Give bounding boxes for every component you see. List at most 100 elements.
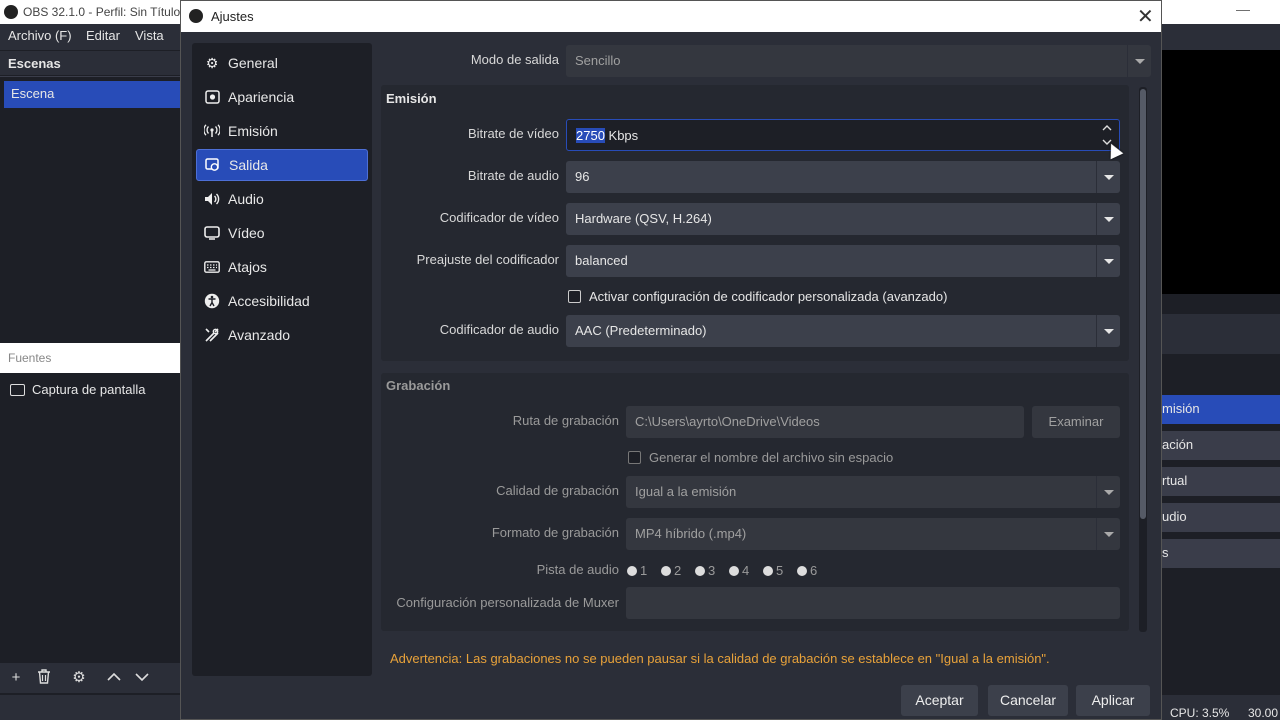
chevron-down-icon[interactable]: [133, 669, 151, 687]
audio-bitrate-label: Bitrate de audio: [467, 168, 559, 183]
minimize-icon[interactable]: —: [1236, 1, 1256, 17]
encoder-preset-select[interactable]: balanced: [566, 245, 1120, 277]
sources-list: Captura de pantalla: [0, 373, 180, 663]
menu-archivo[interactable]: Archivo (F): [8, 28, 72, 43]
recording-quality-select[interactable]: Igual a la emisión: [626, 476, 1120, 508]
appearance-icon: [204, 89, 220, 105]
apply-button[interactable]: Aplicar: [1076, 685, 1150, 716]
scene-item[interactable]: Escena: [4, 81, 180, 108]
source-item-label: Captura de pantalla: [32, 382, 146, 397]
audio-track-number: 2: [674, 563, 682, 578]
monitor-icon: [10, 383, 25, 396]
audio-track-number: 4: [742, 563, 750, 578]
chevron-up-icon[interactable]: [105, 669, 123, 687]
checkbox-box[interactable]: [568, 290, 581, 303]
audio-track-5[interactable]: 5: [763, 563, 783, 578]
sidebar-item-label: General: [228, 55, 278, 71]
virtual-camera-button[interactable]: rtual: [1160, 467, 1280, 496]
obs-logo-icon: [189, 9, 203, 23]
menu-editar[interactable]: Editar: [86, 28, 120, 43]
studio-mode-button[interactable]: udio: [1160, 503, 1280, 532]
video-bitrate-spinbox[interactable]: 2750 Kbps: [566, 119, 1120, 151]
no-space-filename-checkbox[interactable]: Generar el nombre del archivo sin espaci…: [628, 450, 893, 465]
audio-track-4[interactable]: 4: [729, 563, 749, 578]
recording-format-select[interactable]: MP4 híbrido (.mp4): [626, 518, 1120, 550]
video-bitrate-label: Bitrate de vídeo: [467, 126, 559, 141]
sidebar-item-label: Vídeo: [228, 225, 265, 241]
audio-track-label: Pista de audio: [536, 562, 619, 577]
recording-quality-label: Calidad de grabación: [496, 483, 619, 498]
muxer-label: Configuración personalizada de Muxer: [396, 595, 619, 610]
content-scrollbar[interactable]: [1139, 87, 1147, 632]
audio-track-1[interactable]: 1: [627, 563, 647, 578]
accept-button[interactable]: Aceptar: [901, 685, 978, 716]
accessibility-icon: [204, 293, 220, 309]
start-recording-button[interactable]: ación: [1160, 431, 1280, 460]
broadcast-icon: [204, 123, 220, 139]
video-bitrate-value: 2750: [576, 128, 605, 143]
add-icon[interactable]: +: [7, 669, 25, 687]
audio-encoder-select[interactable]: AAC (Predeterminado): [566, 315, 1120, 347]
start-streaming-button[interactable]: misión: [1160, 395, 1280, 424]
muxer-input[interactable]: [626, 587, 1120, 619]
sidebar-item-salida[interactable]: Salida: [196, 149, 368, 181]
recording-path-label: Ruta de grabación: [512, 413, 619, 428]
trash-icon[interactable]: [35, 669, 53, 687]
chevron-down-icon: [1127, 45, 1151, 77]
recording-group-title: Grabación: [386, 378, 451, 393]
video-encoder-value: Hardware (QSV, H.264): [575, 211, 712, 226]
browse-button[interactable]: Examinar: [1032, 406, 1120, 438]
audio-track-number: 1: [640, 563, 648, 578]
audio-track-3[interactable]: 3: [695, 563, 715, 578]
sidebar-item-video[interactable]: Vídeo: [196, 217, 368, 249]
audio-track-2[interactable]: 2: [661, 563, 681, 578]
audio-track-6[interactable]: 6: [797, 563, 817, 578]
scenes-header: Escenas: [0, 51, 180, 75]
recording-quality-value: Igual a la emisión: [635, 484, 737, 499]
output-icon: [205, 157, 221, 173]
chevron-down-icon: [1096, 245, 1120, 277]
chevron-down-icon: [1096, 161, 1120, 193]
sidebar-item-accesibilidad[interactable]: Accesibilidad: [196, 285, 368, 317]
chevron-down-icon: [1096, 476, 1120, 508]
radio-icon: [695, 565, 705, 576]
preview-area: [1160, 50, 1280, 294]
recording-format-label: Formato de grabación: [491, 525, 619, 540]
sidebar-item-emision[interactable]: Emisión: [196, 115, 368, 147]
checkbox-box[interactable]: [628, 451, 641, 464]
sidebar-item-atajos[interactable]: Atajos: [196, 251, 368, 283]
settings-dialog: Ajustes ✕ ⚙ General Apariencia Emisión S…: [180, 0, 1162, 720]
obs-logo-icon: [4, 5, 18, 19]
sidebar-item-general[interactable]: ⚙ General: [196, 47, 368, 79]
sidebar-item-audio[interactable]: Audio: [196, 183, 368, 215]
audio-track-number: 5: [776, 563, 784, 578]
tools-icon: [204, 327, 220, 343]
audio-track-number: 6: [810, 563, 818, 578]
sidebar-item-avanzado[interactable]: Avanzado: [196, 319, 368, 351]
chevron-up-icon[interactable]: [1099, 121, 1115, 135]
streaming-group-title: Emisión: [386, 91, 437, 106]
sidebar-item-label: Avanzado: [228, 327, 291, 343]
audio-encoder-value: AAC (Predeterminado): [575, 323, 707, 338]
radio-icon: [797, 565, 807, 576]
close-icon[interactable]: ✕: [1137, 4, 1154, 29]
gear-icon[interactable]: ⚙: [70, 669, 88, 687]
sidebar-item-label: Audio: [228, 191, 264, 207]
sources-header: Fuentes: [0, 343, 180, 373]
scrollbar-thumb[interactable]: [1140, 89, 1146, 519]
audio-bitrate-select[interactable]: 96: [566, 161, 1120, 193]
sidebar-item-apariencia[interactable]: Apariencia: [196, 81, 368, 113]
scene-toolbar: + ⚙: [0, 663, 180, 693]
settings-button[interactable]: s: [1160, 539, 1280, 568]
custom-encoder-checkbox[interactable]: Activar configuración de codificador per…: [568, 289, 947, 304]
video-encoder-select[interactable]: Hardware (QSV, H.264): [566, 203, 1120, 235]
menu-vista[interactable]: Vista: [135, 28, 164, 43]
cancel-button[interactable]: Cancelar: [988, 685, 1068, 716]
output-mode-select[interactable]: Sencillo: [566, 45, 1151, 77]
recording-path-input[interactable]: C:\Users\ayrto\OneDrive\Videos: [626, 406, 1024, 438]
fps-readout: 30.00: [1248, 706, 1279, 720]
source-item[interactable]: Captura de pantalla: [10, 382, 145, 397]
encoder-preset-label: Preajuste del codificador: [416, 252, 559, 267]
output-mode-value: Sencillo: [575, 53, 621, 68]
browse-button-label: Examinar: [1048, 414, 1104, 429]
